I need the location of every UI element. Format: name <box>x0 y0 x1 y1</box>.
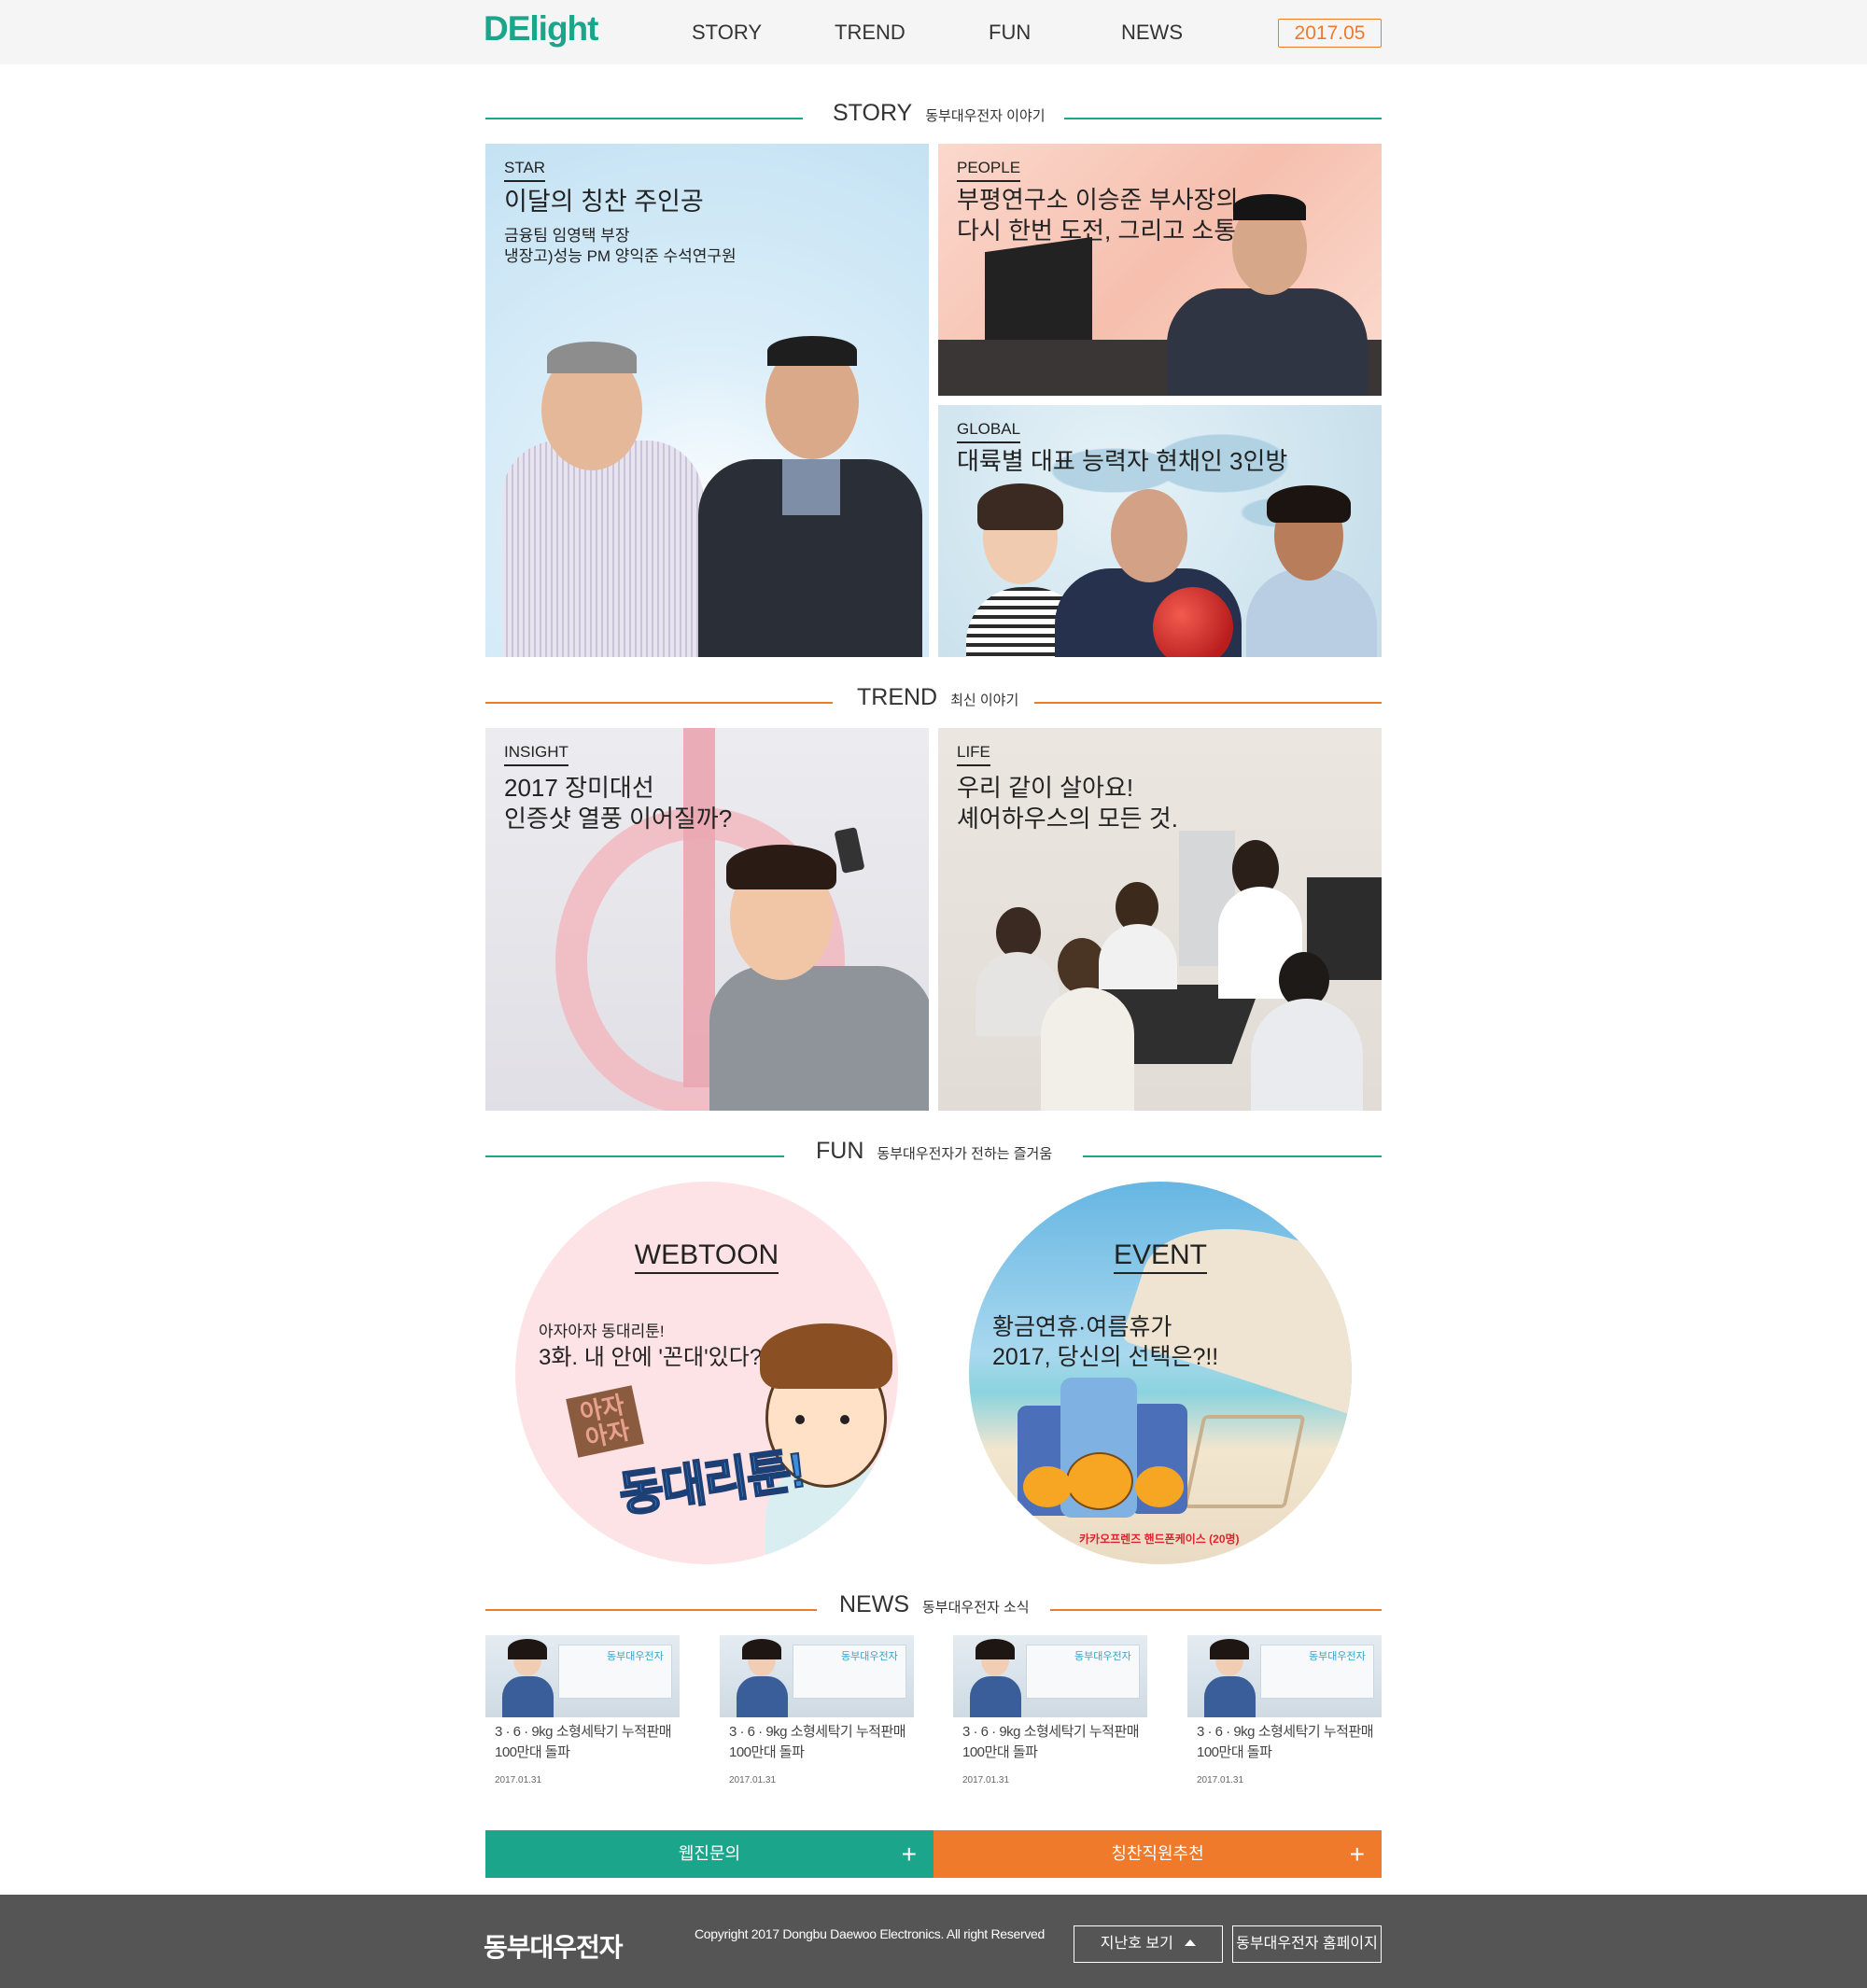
site-footer: 동부대우전자 Copyright 2017 Dongbu Daewoo Elec… <box>0 1895 1867 1988</box>
delight-logo[interactable]: DElight <box>484 9 598 49</box>
fun-heading-title: FUN <box>816 1138 864 1164</box>
fun-section-heading: FUN 동부대우전자가 전하는 즐거움 <box>485 1138 1382 1175</box>
news-date: 2017.01.31 <box>729 1775 777 1785</box>
news-thumb-brand: 동부대우전자 <box>1074 1651 1131 1662</box>
footer-logo: 동부대우전자 <box>484 1933 624 1962</box>
fun-event-circle[interactable]: EVENT 황금연휴·여름휴가 2017, 당신의 선택은?!! 카카오프렌즈 … <box>969 1182 1352 1564</box>
inquiry-label: 웹진문의 <box>678 1844 741 1863</box>
heading-divider <box>1083 1155 1382 1157</box>
nav-news[interactable]: NEWS <box>1121 21 1183 45</box>
news-thumbnail: 동부대우전자 <box>953 1635 1147 1717</box>
recommend-employee-button[interactable]: 칭찬직원추천 + <box>934 1830 1382 1878</box>
life-category: LIFE <box>957 743 990 766</box>
trend-heading-title: TREND <box>857 684 938 710</box>
news-title: 3 · 6 · 9kg 소형세탁기 누적판매 100만대 돌파 <box>1197 1724 1374 1760</box>
past-issues-button[interactable]: 지난호 보기 <box>1074 1925 1223 1963</box>
nav-fun[interactable]: FUN <box>989 21 1031 45</box>
heading-divider <box>485 1609 817 1611</box>
global-headline: 대륙별 대표 능력자 현채인 3인방 <box>957 447 1288 475</box>
nav-story[interactable]: STORY <box>692 21 762 45</box>
plus-icon: + <box>901 1840 917 1869</box>
news-date: 2017.01.31 <box>962 1775 1010 1785</box>
phone-image <box>834 827 865 874</box>
story-heading-title: STORY <box>833 100 913 126</box>
past-issues-label: 지난호 보기 <box>1100 1936 1173 1952</box>
event-title: EVENT <box>1113 1239 1208 1274</box>
life-headline: 우리 같이 살아요! 셰어하우스의 모든 것. <box>957 774 1178 833</box>
global-category: GLOBAL <box>957 420 1021 443</box>
story-star-tile[interactable]: STAR 이달의 칭찬 주인공 금융팀 임영택 부장 냉장고)성능 PM 양익준… <box>485 144 929 657</box>
people-headline: 부평연구소 이승준 부사장의 다시 한번 도전, 그리고 소통 <box>957 186 1239 245</box>
webtoon-line2: 3화. 내 안에 '꼰대'있다?! <box>539 1345 768 1370</box>
story-heading-subtitle: 동부대우전자 이야기 <box>925 108 1046 124</box>
star-sub: 금융팀 임영택 부장 냉장고)성능 PM 양익준 수석연구원 <box>504 227 737 265</box>
news-heading-title: NEWS <box>839 1591 909 1617</box>
heading-divider <box>485 702 833 704</box>
trend-section-heading: TREND 최신 이야기 <box>485 684 1382 721</box>
news-card[interactable]: 동부대우전자 3 · 6 · 9kg 소형세탁기 누적판매 100만대 돌파 2… <box>485 1635 680 1794</box>
plus-icon: + <box>1349 1840 1365 1869</box>
news-thumb-brand: 동부대우전자 <box>607 1651 664 1662</box>
news-section-heading: NEWS 동부대우전자 소식 <box>485 1591 1382 1629</box>
story-section-heading: STORY 동부대우전자 이야기 <box>485 100 1382 137</box>
news-title: 3 · 6 · 9kg 소형세탁기 누적판매 100만대 돌파 <box>495 1724 672 1760</box>
star-category: STAR <box>504 159 546 182</box>
event-line2: 2017, 당신의 선택은?!! <box>992 1344 1219 1370</box>
news-thumbnail: 동부대우전자 <box>485 1635 680 1717</box>
event-prize: 카카오프렌즈 핸드폰케이스 (20명) <box>1079 1533 1240 1546</box>
news-title: 3 · 6 · 9kg 소형세탁기 누적판매 100만대 돌파 <box>729 1724 906 1760</box>
copyright-text: Copyright 2017 Dongbu Daewoo Electronics… <box>695 1926 1045 1941</box>
news-heading-subtitle: 동부대우전자 소식 <box>922 1600 1030 1616</box>
recommend-label: 칭찬직원추천 <box>1111 1844 1204 1863</box>
trend-heading-subtitle: 최신 이야기 <box>950 693 1019 708</box>
news-card[interactable]: 동부대우전자 3 · 6 · 9kg 소형세탁기 누적판매 100만대 돌파 2… <box>953 1635 1147 1794</box>
trend-life-tile[interactable]: LIFE 우리 같이 살아요! 셰어하우스의 모든 것. <box>938 728 1382 1111</box>
issue-badge[interactable]: 2017.05 <box>1278 19 1382 48</box>
news-title: 3 · 6 · 9kg 소형세탁기 누적판매 100만대 돌파 <box>962 1724 1140 1760</box>
webtoon-logo-small: 아자아자 <box>566 1385 644 1458</box>
fun-webtoon-circle[interactable]: WEBTOON 아자아자 동대리툰! 3화. 내 안에 '꼰대'있다?! 아자아… <box>515 1182 898 1564</box>
fun-heading-subtitle: 동부대우전자가 전하는 즐거움 <box>877 1146 1053 1162</box>
story-people-tile[interactable]: PEOPLE 부평연구소 이승준 부사장의 다시 한번 도전, 그리고 소통 <box>938 144 1382 396</box>
heading-divider <box>1064 118 1382 119</box>
beach-chair-image <box>1183 1415 1306 1508</box>
event-line1: 황금연휴·여름휴가 <box>992 1314 1172 1340</box>
news-date: 2017.01.31 <box>1197 1775 1244 1785</box>
star-headline: 이달의 칭찬 주인공 <box>504 188 704 216</box>
insight-headline: 2017 장미대선 인증샷 열풍 이어질까? <box>504 774 733 833</box>
webzine-inquiry-button[interactable]: 웹진문의 + <box>485 1830 934 1878</box>
news-thumbnail: 동부대우전자 <box>1187 1635 1382 1717</box>
heading-divider <box>1034 702 1382 704</box>
insight-category: INSIGHT <box>504 743 569 766</box>
webtoon-title: WEBTOON <box>634 1239 779 1274</box>
news-card[interactable]: 동부대우전자 3 · 6 · 9kg 소형세탁기 누적판매 100만대 돌파 2… <box>720 1635 914 1794</box>
news-card[interactable]: 동부대우전자 3 · 6 · 9kg 소형세탁기 누적판매 100만대 돌파 2… <box>1187 1635 1382 1794</box>
heading-divider <box>485 1155 784 1157</box>
trend-insight-tile[interactable]: INSIGHT 2017 장미대선 인증샷 열풍 이어질까? <box>485 728 929 1111</box>
news-thumbnail: 동부대우전자 <box>720 1635 914 1717</box>
news-date: 2017.01.31 <box>495 1775 542 1785</box>
news-thumb-brand: 동부대우전자 <box>841 1651 898 1662</box>
story-global-tile[interactable]: GLOBAL 대륙별 대표 능력자 현채인 3인방 <box>938 405 1382 657</box>
heading-divider <box>485 118 803 119</box>
site-header: DElight STORY TREND FUN NEWS 2017.05 <box>0 0 1867 64</box>
heading-divider <box>1050 1609 1382 1611</box>
nav-trend[interactable]: TREND <box>835 21 905 45</box>
news-thumb-brand: 동부대우전자 <box>1309 1651 1366 1662</box>
caret-up-icon <box>1185 1939 1197 1946</box>
homepage-button[interactable]: 동부대우전자 홈페이지 <box>1232 1925 1382 1963</box>
people-category: PEOPLE <box>957 159 1021 182</box>
